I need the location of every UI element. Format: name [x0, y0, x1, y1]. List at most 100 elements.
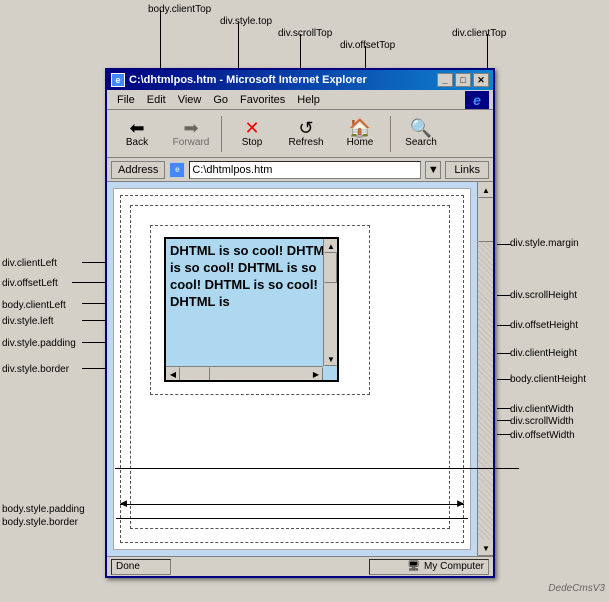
forward-button[interactable]: ➡ Forward — [165, 113, 217, 155]
scroll-down-browser[interactable]: ▼ — [478, 540, 493, 556]
address-icon: e — [169, 162, 185, 178]
ie-browser-window: e C:\dhtmlpos.htm - Microsoft Internet E… — [105, 68, 495, 578]
address-value: C:\dhtmlpos.htm — [192, 164, 272, 176]
toolbar-sep-2 — [390, 116, 391, 152]
minimize-button[interactable]: _ — [437, 73, 453, 87]
title-bar: e C:\dhtmlpos.htm - Microsoft Internet E… — [107, 70, 493, 90]
div-client-height-label: div.clientHeight — [510, 348, 577, 359]
ie-icon: e — [111, 73, 125, 87]
div-style-top-label: div.style.top — [220, 16, 272, 27]
forward-label: Forward — [173, 137, 210, 148]
maximize-button[interactable]: □ — [455, 73, 471, 87]
scroll-thumb-v[interactable] — [324, 253, 337, 283]
menu-file[interactable]: File — [111, 92, 141, 108]
address-input[interactable]: C:\dhtmlpos.htm — [189, 161, 421, 179]
demo-div-content: DHTML is so cool! DHTML is so cool! DHTM… — [166, 239, 337, 315]
browser-content: DHTML is so cool! DHTML is so cool! DHTM… — [107, 182, 493, 572]
div-offset-left-label: div.offsetLeft — [2, 278, 58, 289]
demo-div-scrollbar-h[interactable]: ◀ ▶ — [166, 366, 323, 380]
title-bar-buttons: _ □ ✕ — [437, 73, 489, 87]
leader-div-style-margin — [497, 244, 511, 245]
leader-div-scroll-width — [497, 420, 511, 421]
leader-div-client-top-r — [487, 34, 488, 68]
leader-div-style-border — [82, 368, 106, 369]
scroll-thumb-h[interactable] — [180, 367, 210, 381]
body-style-border-label: body.style.border — [2, 517, 78, 528]
refresh-label: Refresh — [288, 137, 323, 148]
links-button[interactable]: Links — [445, 161, 489, 179]
scroll-up-browser[interactable]: ▲ — [478, 182, 493, 198]
browser-scrollbar-v[interactable]: ▲ ▼ — [477, 182, 493, 556]
body-style-padding-label: body.style.padding — [2, 504, 85, 515]
computer-label: My Computer — [424, 561, 484, 572]
div-offset-top-label: div.offsetTop — [340, 40, 395, 51]
demo-div-scrollbar-v[interactable]: ▲ ▼ — [323, 239, 337, 366]
back-button[interactable]: ⬅ Back — [111, 113, 163, 155]
arrow-left-bcw: ◀ — [120, 498, 127, 509]
forward-icon: ➡ — [183, 119, 198, 137]
div-scroll-width-label: div.scrollWidth — [510, 416, 574, 427]
search-button[interactable]: 🔍 Search — [395, 113, 447, 155]
address-dropdown[interactable]: ▼ — [425, 161, 441, 179]
ie-logo: e — [465, 91, 489, 109]
menu-view[interactable]: View — [172, 92, 208, 108]
div-offset-width-label: div.offsetWidth — [510, 430, 575, 441]
leader-div-scroll-top — [300, 34, 301, 68]
scroll-left-btn[interactable]: ◀ — [166, 367, 180, 381]
div-scroll-height-label: div.scrollHeight — [510, 290, 577, 301]
menu-help[interactable]: Help — [291, 92, 326, 108]
div-client-top-right-label: div.clientTop — [452, 28, 506, 39]
arrow-right-bcw: ▶ — [457, 498, 464, 509]
body-client-width-line — [120, 504, 464, 505]
leader-div-style-left — [82, 320, 106, 321]
div-client-width-label: div.clientWidth — [510, 404, 574, 415]
menu-bar: File Edit View Go Favorites Help e — [107, 90, 493, 110]
div-scroll-top-label: div.scrollTop — [278, 28, 332, 39]
window-title: C:\dhtmlpos.htm - Microsoft Internet Exp… — [129, 74, 367, 86]
address-bar: Address e C:\dhtmlpos.htm ▼ Links — [107, 158, 493, 182]
back-icon: ⬅ — [129, 119, 144, 137]
toolbar-sep-1 — [221, 116, 222, 152]
refresh-icon: ↺ — [298, 119, 313, 137]
leader-div-offset-height — [497, 325, 511, 326]
scroll-thumb-browser-v[interactable] — [478, 202, 493, 242]
status-bar: Done 🖥 My Computer — [107, 556, 493, 576]
body-client-left-label: body.clientLeft — [2, 300, 66, 311]
body-client-height-label: body.clientHeight — [510, 374, 586, 385]
status-done: Done — [111, 559, 171, 575]
scroll-down-btn[interactable]: ▼ — [324, 352, 338, 366]
div-style-padding-label: div.style.padding — [2, 338, 76, 349]
leader-div-client-height — [497, 353, 511, 354]
leader-body-client-left — [82, 303, 106, 304]
body-offset-width-line — [116, 518, 468, 519]
menu-edit[interactable]: Edit — [141, 92, 172, 108]
toolbar: ⬅ Back ➡ Forward ✕ Stop ↺ Refresh 🏠 Home… — [107, 110, 493, 158]
home-icon: 🏠 — [349, 119, 371, 137]
search-label: Search — [405, 137, 437, 148]
menu-favorites[interactable]: Favorites — [234, 92, 291, 108]
demo-div: DHTML is so cool! DHTML is so cool! DHTM… — [164, 237, 339, 382]
refresh-button[interactable]: ↺ Refresh — [280, 113, 332, 155]
status-computer: 🖥 My Computer — [369, 559, 489, 575]
scroll-up-btn[interactable]: ▲ — [324, 239, 338, 253]
scroll-right-btn[interactable]: ▶ — [309, 367, 323, 381]
stop-label: Stop — [242, 137, 263, 148]
stop-icon: ✕ — [244, 119, 259, 137]
page-area: DHTML is so cool! DHTML is so cool! DHTM… — [113, 188, 471, 550]
measurement-area — [105, 468, 609, 469]
leader-body-client-height — [497, 379, 511, 380]
back-label: Back — [126, 137, 148, 148]
bcw-line — [115, 468, 519, 469]
home-button[interactable]: 🏠 Home — [334, 113, 386, 155]
leader-div-offset-width — [497, 434, 511, 435]
leader-div-scroll-height — [497, 295, 511, 296]
div-style-border-label: div.style.border — [2, 364, 69, 375]
leader-div-offset-top — [365, 46, 366, 68]
close-button[interactable]: ✕ — [473, 73, 489, 87]
div-client-left-label: div.clientLeft — [2, 258, 57, 269]
address-label: Address — [111, 161, 165, 179]
body-client-top-label: body.clientTop — [148, 4, 211, 15]
div-style-left-label: div.style.left — [2, 316, 54, 327]
menu-go[interactable]: Go — [207, 92, 234, 108]
stop-button[interactable]: ✕ Stop — [226, 113, 278, 155]
